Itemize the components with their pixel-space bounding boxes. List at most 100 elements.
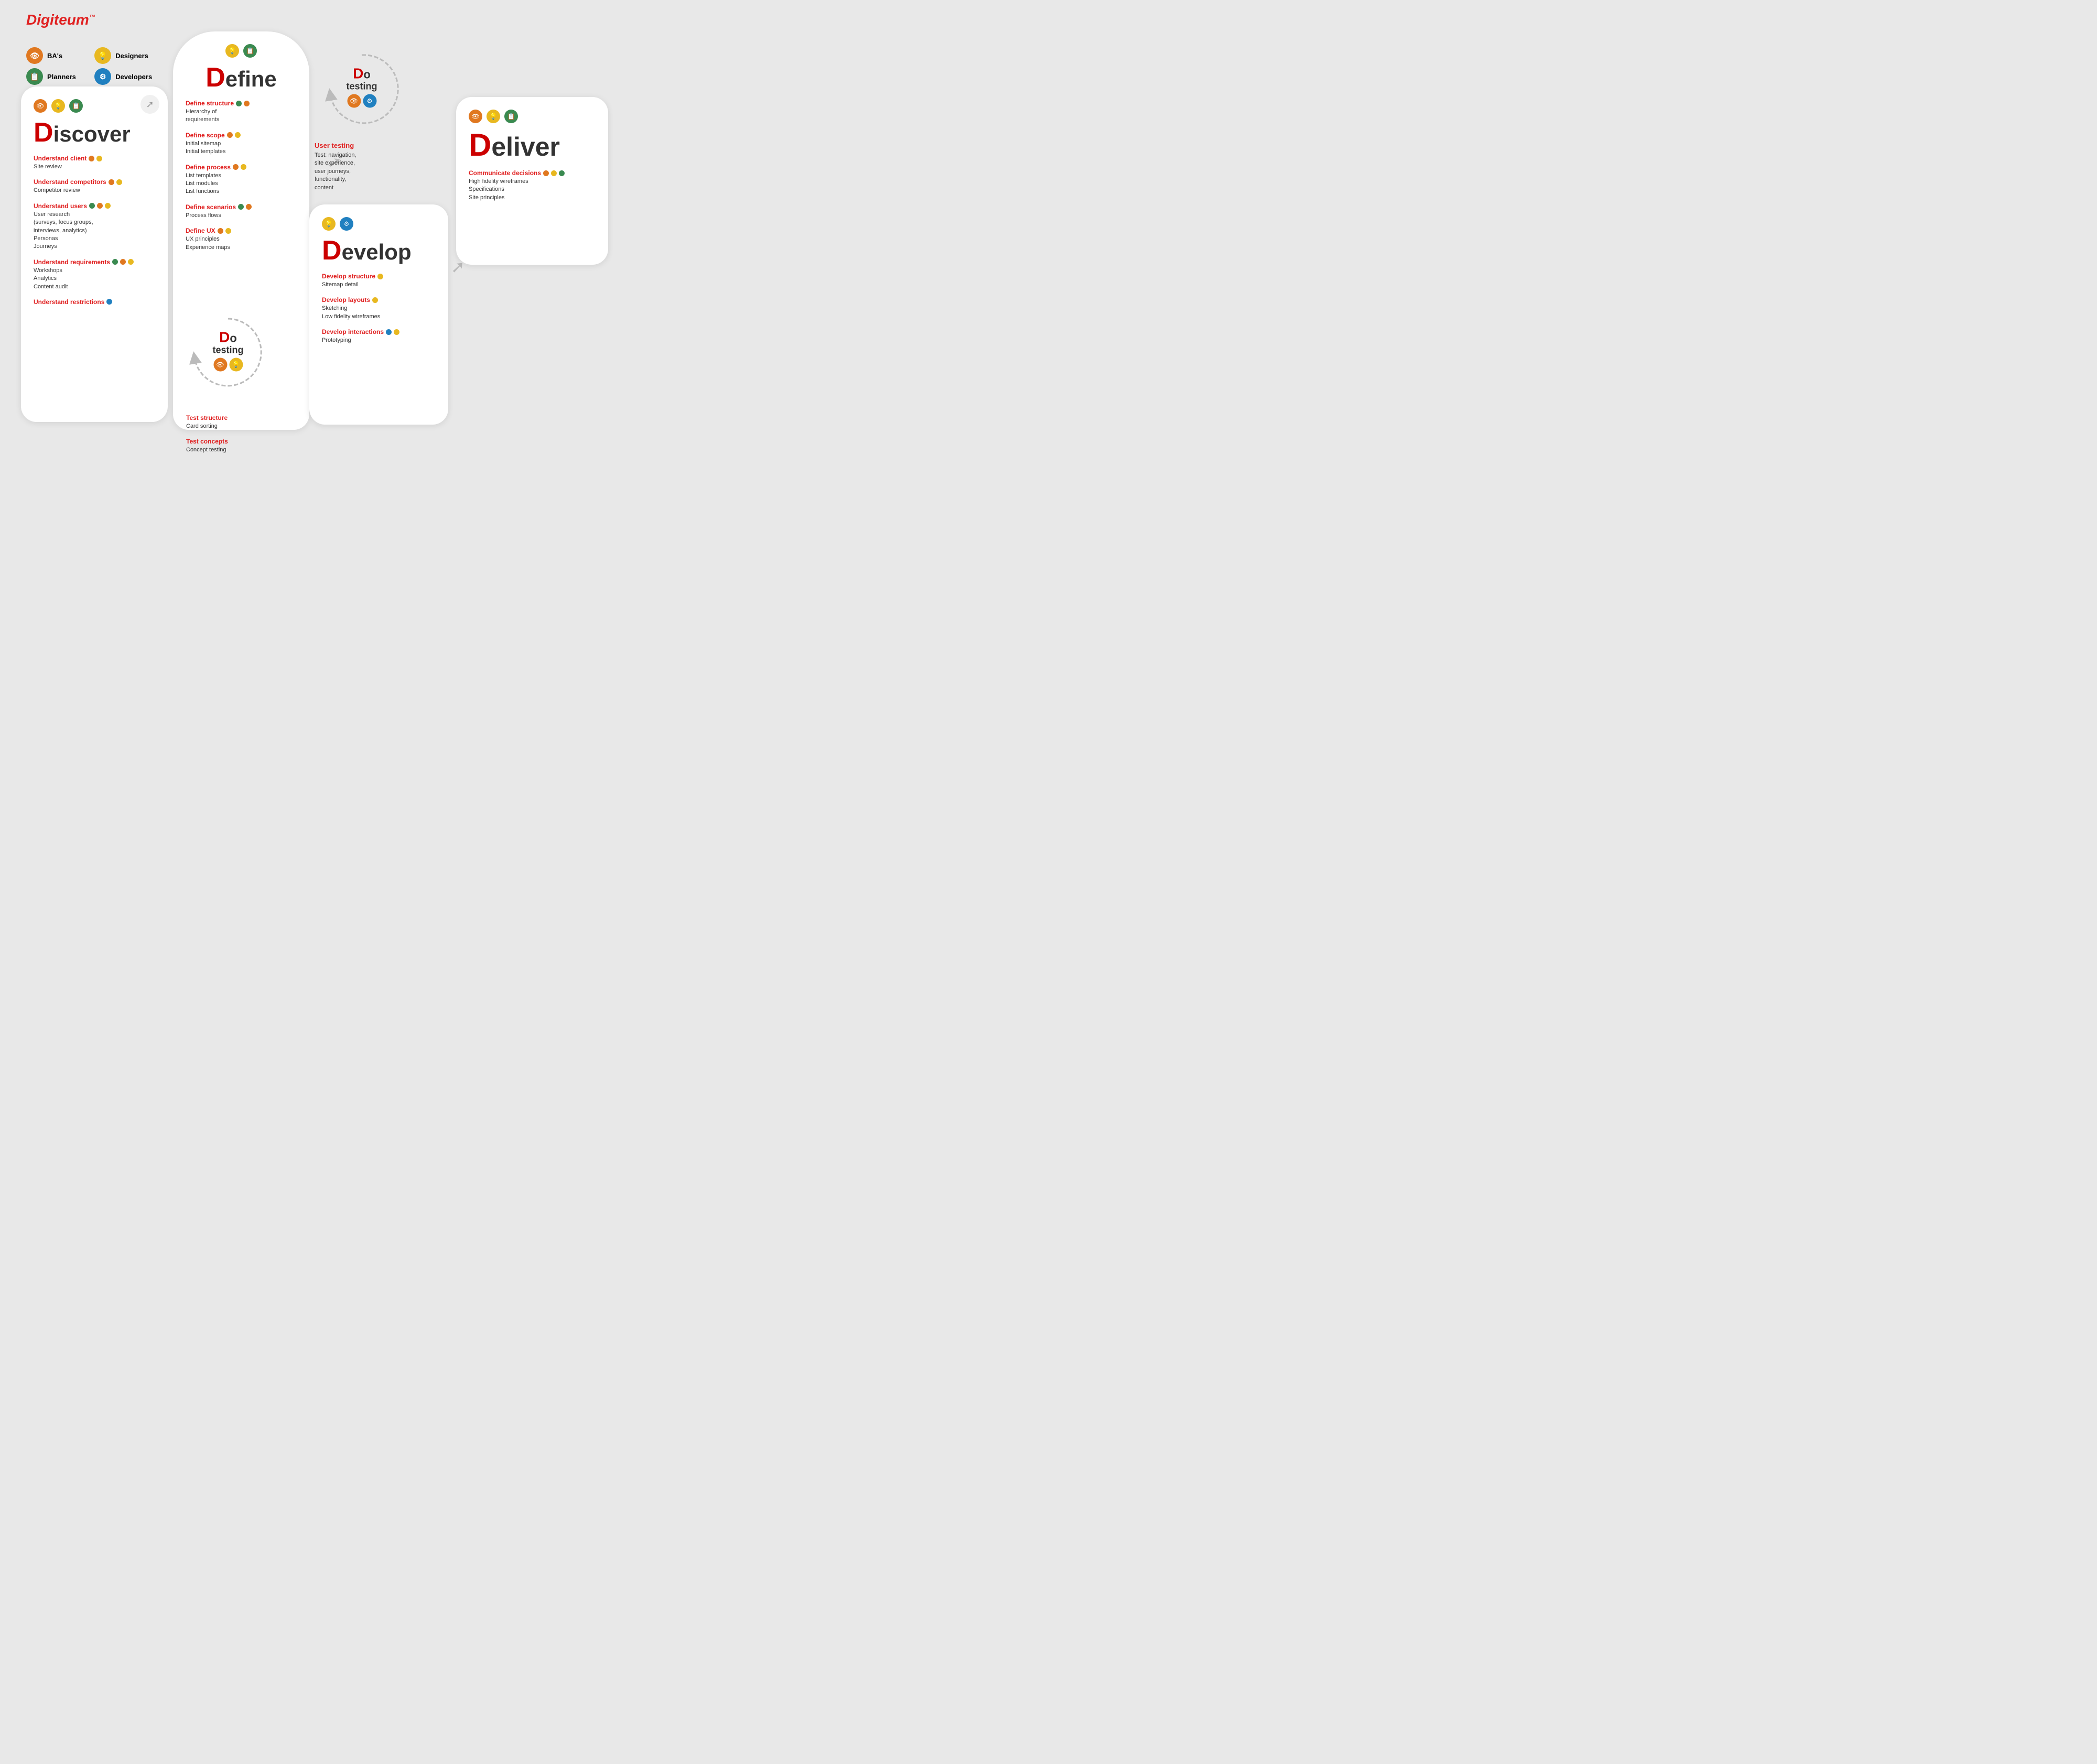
testing-bottom-widget: Do testing 👁 💡 bbox=[178, 309, 278, 396]
discover-card: ➚ 👁 💡 📋 Discover Understand client Site … bbox=[21, 86, 168, 422]
discover-item-client-title: Understand client bbox=[34, 155, 155, 162]
dot-yellow bbox=[116, 179, 122, 185]
discover-title-d: D bbox=[34, 117, 53, 148]
deliver-icon-green: 📋 bbox=[504, 110, 518, 123]
dot-teal bbox=[386, 329, 392, 335]
testing-bottom-circle: Do testing 👁 💡 bbox=[185, 309, 272, 396]
define-item-structure-title: Define structure bbox=[186, 100, 297, 107]
develop-item-interactions: Develop interactions Prototyping bbox=[322, 328, 436, 344]
dot-orange bbox=[109, 179, 114, 185]
test-item-structure: Test structure Card sorting bbox=[186, 414, 228, 430]
dot-orange bbox=[218, 228, 223, 234]
develop-item-interactions-text: Prototyping bbox=[322, 337, 436, 344]
testing-top-icons: 👁 ⚙ bbox=[346, 94, 377, 108]
define-item-structure: Define structure Hierarchy of requiremen… bbox=[186, 100, 297, 124]
bas-icon: 👁 bbox=[26, 47, 43, 64]
discover-icon-orange: 👁 bbox=[34, 99, 47, 113]
discover-item-users-text: User research (surveys, focus groups, in… bbox=[34, 211, 155, 251]
dot-orange bbox=[543, 170, 549, 176]
define-item-process: Define process List templates List modul… bbox=[186, 164, 297, 196]
develop-item-layouts: Develop layouts Sketching Low fidelity w… bbox=[322, 296, 436, 321]
dot-yellow bbox=[105, 203, 111, 209]
user-testing-section: User testing Test: navigation, site expe… bbox=[315, 142, 409, 192]
testing-top-label: Do testing 👁 ⚙ bbox=[346, 67, 377, 108]
dot-yellow bbox=[128, 259, 134, 265]
testing-top-sub: testing bbox=[346, 81, 377, 92]
develop-item-layouts-title: Develop layouts bbox=[322, 296, 436, 304]
develop-card: 💡 ⚙ Develop Develop structure Sitemap de… bbox=[309, 204, 448, 425]
discover-item-requirements-title: Understand requirements bbox=[34, 258, 155, 266]
planners-icon: 📋 bbox=[26, 68, 43, 85]
define-item-process-title: Define process bbox=[186, 164, 297, 171]
deliver-icon-yellow: 💡 bbox=[487, 110, 500, 123]
discover-item-requirements-text: Workshops Analytics Content audit bbox=[34, 267, 155, 291]
deliver-icon-orange: 👁 bbox=[469, 110, 482, 123]
discover-title-rest: iscover bbox=[53, 122, 131, 146]
deliver-item-communicate-text: High fidelity wireframes Specifications … bbox=[469, 178, 596, 202]
role-bas: 👁 BA's bbox=[26, 47, 84, 64]
define-item-structure-text: Hierarchy of requirements bbox=[186, 108, 297, 124]
discover-item-competitors-text: Competitor review bbox=[34, 187, 155, 194]
test-items-section: Test structure Card sorting Test concept… bbox=[186, 414, 228, 462]
develop-item-structure-text: Sitemap detail bbox=[322, 281, 436, 289]
deliver-title: Deliver bbox=[469, 129, 596, 161]
discover-item-client: Understand client Site review bbox=[34, 155, 155, 171]
discover-arrow[interactable]: ➚ bbox=[140, 95, 159, 114]
testing-bottom-d: D bbox=[219, 329, 230, 345]
logo-text: Digiteum bbox=[26, 12, 89, 28]
dot-green bbox=[89, 203, 95, 209]
develop-title-rest: evelop bbox=[342, 240, 412, 264]
testing-top-widget: Do testing 👁 ⚙ bbox=[315, 47, 409, 131]
dot-teal bbox=[106, 299, 112, 305]
define-title-d: D bbox=[206, 62, 225, 93]
discover-item-competitors-title: Understand competitors bbox=[34, 178, 155, 186]
testing-bottom-label: Do testing 👁 💡 bbox=[212, 330, 243, 371]
test-item-structure-text: Card sorting bbox=[186, 423, 228, 430]
define-title-rest: efine bbox=[225, 67, 277, 91]
discover-item-restrictions-title: Understand restrictions bbox=[34, 298, 155, 306]
discover-title: Discover bbox=[34, 119, 155, 146]
bas-label: BA's bbox=[47, 52, 62, 60]
develop-title-d: D bbox=[322, 235, 342, 266]
role-developers: ⚙ Developers bbox=[94, 68, 152, 85]
deliver-item-communicate: Communicate decisions High fidelity wire… bbox=[469, 169, 596, 202]
testing-bottom-icon-yellow: 💡 bbox=[229, 358, 243, 371]
testing-top-icon-teal: ⚙ bbox=[363, 94, 376, 108]
dot-orange bbox=[89, 156, 94, 161]
dot-orange bbox=[120, 259, 126, 265]
dot-green bbox=[559, 170, 565, 176]
define-item-scope: Define scope Initial sitemap Initial tem… bbox=[186, 132, 297, 156]
define-item-process-text: List templates List modules List functio… bbox=[186, 172, 297, 196]
dot-green bbox=[112, 259, 118, 265]
dot-yellow bbox=[377, 274, 383, 279]
develop-item-interactions-title: Develop interactions bbox=[322, 328, 436, 336]
dot-yellow bbox=[551, 170, 557, 176]
user-testing-text: Test: navigation, site experience, user … bbox=[315, 151, 409, 192]
testing-top-prefix: o bbox=[363, 68, 370, 81]
developers-label: Developers bbox=[115, 73, 152, 81]
discover-item-users-title: Understand users bbox=[34, 202, 155, 210]
deliver-item-communicate-title: Communicate decisions bbox=[469, 169, 596, 177]
testing-top-icon-orange: 👁 bbox=[347, 94, 361, 108]
dot-orange bbox=[97, 203, 103, 209]
deliver-title-rest: eliver bbox=[491, 132, 560, 161]
define-item-scope-title: Define scope bbox=[186, 132, 297, 139]
discover-icon-yellow: 💡 bbox=[51, 99, 65, 113]
testing-bottom-prefix: o bbox=[230, 331, 236, 344]
dot-green bbox=[236, 101, 242, 106]
develop-item-layouts-text: Sketching Low fidelity wireframes bbox=[322, 305, 436, 321]
define-item-ux: Define UX UX principles Experience maps bbox=[186, 227, 297, 252]
develop-item-structure: Develop structure Sitemap detail bbox=[322, 273, 436, 289]
define-item-ux-title: Define UX bbox=[186, 227, 297, 234]
dot-orange bbox=[244, 101, 250, 106]
dot-green bbox=[238, 204, 244, 210]
develop-icon-yellow: 💡 bbox=[322, 217, 336, 231]
define-title: Define bbox=[186, 64, 297, 91]
dot-orange bbox=[233, 164, 239, 170]
testing-top-circle: Do testing 👁 ⚙ bbox=[320, 47, 404, 131]
planners-label: Planners bbox=[47, 73, 76, 81]
define-item-scenarios: Define scenarios Process flows bbox=[186, 203, 297, 220]
discover-item-competitors: Understand competitors Competitor review bbox=[34, 178, 155, 194]
test-item-concepts-title: Test concepts bbox=[186, 438, 228, 445]
develop-icon-teal: ⚙ bbox=[340, 217, 353, 231]
